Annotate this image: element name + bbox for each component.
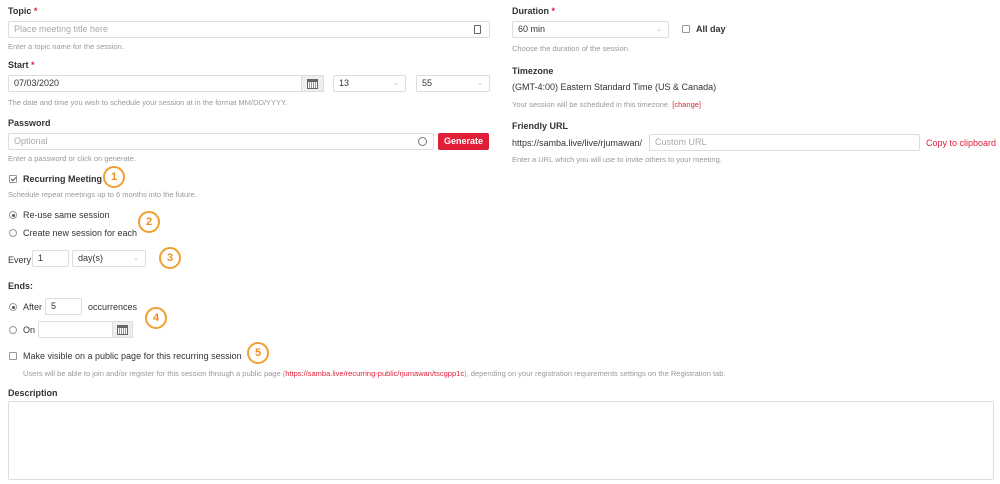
duration-label: Duration * [512,6,556,16]
allday-label: All day [696,24,726,34]
recurring-checkbox[interactable] [9,175,17,183]
calendar-button[interactable] [301,75,324,92]
every-label: Every [8,255,32,265]
topic-help: Enter a topic name for the session. [8,42,124,51]
start-label: Start * [8,60,35,70]
description-textarea[interactable] [8,401,994,480]
new-session-label: Create new session for each [23,228,138,238]
ends-calendar-button[interactable] [112,321,133,338]
public-page-checkbox[interactable] [9,352,17,360]
start-help: The date and time you wish to schedule y… [8,98,288,107]
annotation-badge-3: 3 [159,247,181,269]
password-key-icon [474,25,481,34]
occurrences-input[interactable]: 5 [45,298,82,315]
public-page-help: Users will be able to join and/or regist… [23,369,726,378]
topic-input[interactable]: Place meeting title here [8,21,490,38]
duration-help: Choose the duration of the session. [512,44,630,53]
allday-checkbox[interactable] [682,25,690,33]
copy-clipboard-link[interactable]: Copy to clipboard [926,138,996,148]
new-session-radio[interactable] [9,229,17,237]
chevron-down-icon: ⌄ [133,255,139,262]
topic-label: Topic * [8,6,38,16]
annotation-badge-1: 1 [103,166,125,188]
start-minute-select[interactable]: 55 ⌄ [416,75,490,92]
custom-url-input[interactable]: Custom URL [649,134,920,151]
calendar-icon [307,79,318,89]
topic-placeholder: Place meeting title here [14,24,109,34]
password-label: Password [8,118,51,128]
ends-after-label: After [23,302,43,312]
annotation-badge-4: 4 [145,307,167,329]
friendly-url-label: Friendly URL [512,121,569,131]
every-unit-select[interactable]: day(s) ⌄ [72,250,146,267]
ends-on-radio[interactable] [9,326,17,334]
start-date-input[interactable]: 07/03/2020 [8,75,324,92]
reuse-session-radio[interactable] [9,211,17,219]
timezone-value: (GMT-4:00) Eastern Standard Time (US & C… [512,82,717,92]
password-help: Enter a password or click on generate. [8,154,136,163]
start-hour-select[interactable]: 13 ⌄ [333,75,406,92]
password-input[interactable]: Optional [8,133,434,150]
ends-after-radio[interactable] [9,303,17,311]
ends-on-label: On [23,325,36,335]
recurring-label: Recurring Meeting [23,174,103,184]
duration-select[interactable]: 60 min ⌄ [512,21,669,38]
public-page-link[interactable]: https://samba.live/recurring-public/rjum… [285,369,464,378]
timezone-change-link[interactable]: [change] [672,100,701,109]
timezone-label: Timezone [512,66,554,76]
friendly-url-prefix: https://samba.live/live/rjumawan/ [512,138,643,148]
public-page-label: Make visible on a public page for this r… [23,351,242,361]
annotation-badge-5: 5 [247,342,269,364]
reveal-icon[interactable] [418,137,427,146]
friendly-url-help: Enter a URL which you will use to invite… [512,155,722,164]
annotation-badge-2: 2 [138,211,160,233]
recurring-help: Schedule repeat meetings up to 6 months … [8,190,197,199]
generate-button[interactable]: Generate [438,133,489,150]
calendar-icon [117,325,128,335]
reuse-session-label: Re-use same session [23,210,110,220]
ends-label: Ends: [8,281,34,291]
chevron-down-icon: ⌄ [477,80,483,87]
occurrences-label: occurrences [88,302,138,312]
description-label: Description [8,388,58,398]
chevron-down-icon: ⌄ [393,80,399,87]
timezone-help: Your session will be scheduled in this t… [512,100,702,109]
every-value-input[interactable]: 1 [32,250,69,267]
chevron-down-icon: ⌄ [656,26,662,33]
